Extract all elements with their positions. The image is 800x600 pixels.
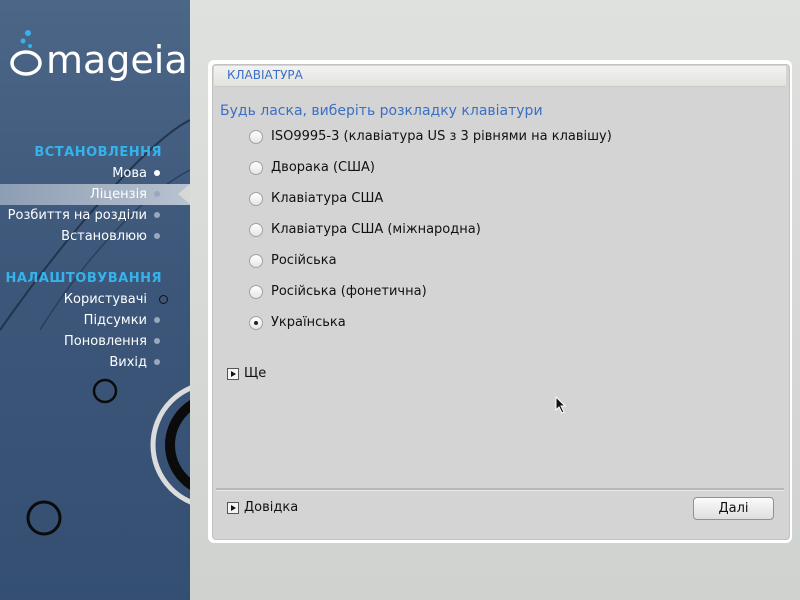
sidebar-item-license: Ліцензія — [0, 184, 190, 205]
radio-button[interactable] — [249, 254, 263, 268]
radio-button-selected[interactable] — [249, 316, 263, 330]
step-done-dot — [154, 170, 160, 176]
step-pending-dot — [154, 212, 160, 218]
radio-label: Українська — [271, 315, 346, 330]
radio-label: ISO9995-3 (клавіатура US з 3 рівнями на … — [271, 129, 612, 144]
footer-separator — [216, 488, 784, 491]
sidebar-item-label: Мова — [112, 166, 147, 181]
radio-button[interactable] — [249, 285, 263, 299]
mouse-pointer-icon — [555, 396, 567, 414]
sidebar-item-partitioning: Розбиття на розділи — [0, 205, 190, 226]
sidebar-item-label: Ліцензія — [89, 187, 147, 202]
page-header: КЛАВІАТУРА — [214, 66, 786, 87]
radio-button[interactable] — [249, 223, 263, 237]
radio-label: Клавіатура США — [271, 191, 384, 206]
step-pending-dot — [154, 317, 160, 323]
page-subtitle: Будь ласка, виберіть розкладку клавіатур… — [220, 103, 543, 119]
sidebar-item-exit: Вихід — [0, 352, 190, 373]
step-pending-dot — [154, 359, 160, 365]
radio-label: Клавіатура США (міжнародна) — [271, 222, 481, 237]
step-pending-dot — [154, 338, 160, 344]
sidebar-item-label: Підсумки — [83, 313, 147, 328]
sidebar-item-users: Користувачі — [0, 289, 190, 310]
sidebar-item-label: Розбиття на розділи — [7, 208, 147, 223]
help-label: Довідка — [244, 500, 299, 515]
radio-button[interactable] — [249, 130, 263, 144]
radio-button[interactable] — [249, 192, 263, 206]
next-button[interactable]: Далі — [693, 497, 774, 520]
sidebar-item-summary: Підсумки — [0, 310, 190, 331]
radio-label: Російська — [271, 253, 337, 268]
installer-sidebar: mageia ВСТАНОВЛЕННЯ Мова Ліцензія Розбит… — [0, 0, 190, 600]
section-title-configure: НАЛАШТОВУВАННЯ — [5, 271, 162, 286]
mageia-logo-icon — [10, 30, 42, 76]
mageia-logo-text: mageia — [46, 38, 188, 82]
page-title: КЛАВІАТУРА — [227, 68, 303, 82]
radio-label: Російська (фонетична) — [271, 284, 427, 299]
sidebar-item-updates: Поновлення — [0, 331, 190, 352]
expander-arrow-icon[interactable] — [227, 502, 239, 514]
expander-arrow-icon[interactable] — [227, 368, 239, 380]
step-current-ring — [159, 295, 168, 304]
sidebar-item-label: Вихід — [109, 355, 147, 370]
sidebar-item-label: Поновлення — [64, 334, 147, 349]
step-active-dot — [154, 191, 160, 197]
step-pending-dot — [154, 233, 160, 239]
more-label: Ще — [244, 366, 267, 381]
radio-label: Дворака (США) — [271, 160, 375, 175]
sidebar-item-installing: Встановлюю — [0, 226, 190, 247]
radio-button[interactable] — [249, 161, 263, 175]
sidebar-item-label: Користувачі — [63, 292, 147, 307]
active-step-arrow-icon — [178, 184, 190, 204]
section-title-install: ВСТАНОВЛЕННЯ — [34, 145, 162, 160]
sidebar-item-language: Мова — [0, 163, 190, 184]
sidebar-item-label: Встановлюю — [61, 229, 147, 244]
